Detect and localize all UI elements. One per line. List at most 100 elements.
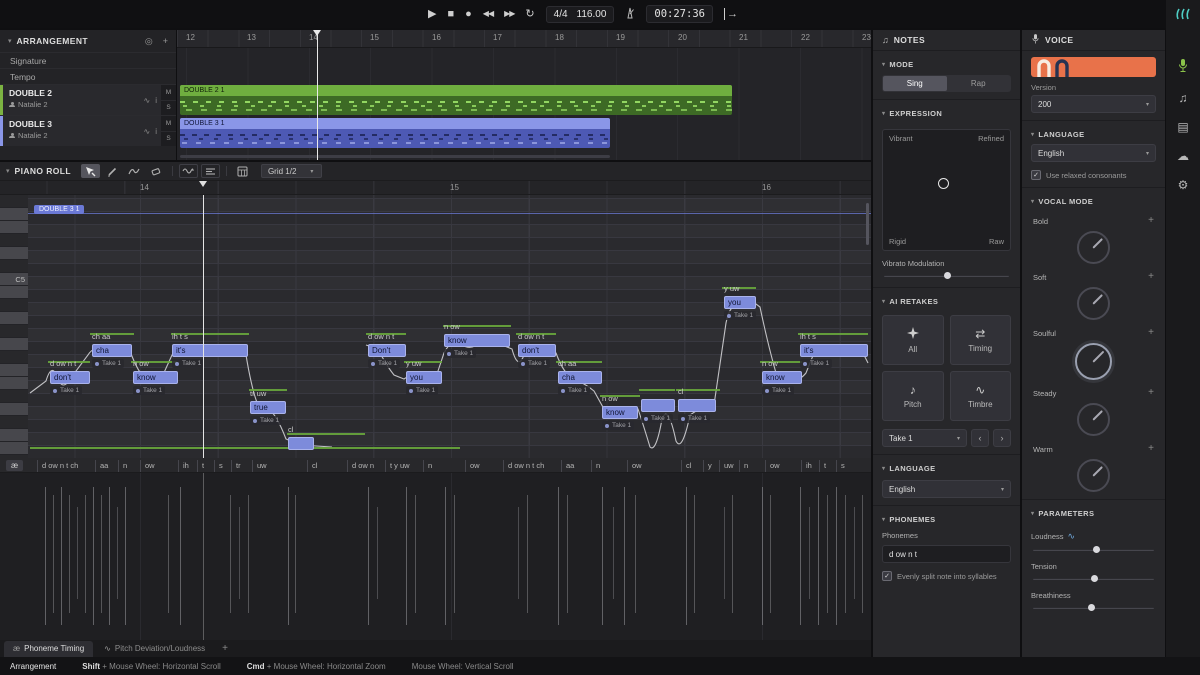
note[interactable]: ih t s it's Take 1 [800,332,868,369]
note-language-select[interactable]: English ▾ [882,480,1011,498]
add-tab-button[interactable]: + [216,643,234,654]
timing-boundary-line[interactable] [125,487,126,625]
take-badge[interactable]: Take 1 [678,414,710,423]
mute-button[interactable]: M [161,85,176,101]
split-syllables-row[interactable]: ✓ Evenly split note into syllables [882,571,1011,581]
take-badge[interactable]: Take 1 [406,386,438,395]
slider-handle[interactable] [1091,575,1098,582]
note[interactable]: n ow know Take 1 [762,359,802,396]
note-phonemes[interactable]: ih t s [800,332,868,344]
timing-boundary-line[interactable] [239,507,240,599]
add-vocal-mode-button[interactable]: + [1148,389,1154,398]
note-phonemes[interactable]: ch aa [558,359,602,371]
piano-key[interactable] [0,299,28,312]
note-body[interactable]: don't [50,371,90,384]
note-phonemes[interactable]: d ow n t [368,332,406,344]
piano-key[interactable] [0,221,28,234]
piano-key[interactable] [0,286,28,299]
rewind-button[interactable]: ◀◀ [483,10,493,18]
grid-settings-icon[interactable] [233,164,252,178]
play-button[interactable]: ▶ [428,9,436,20]
timeline-ruler[interactable]: 12 13 14 15 16 17 18 19 20 21 22 23 [177,30,871,48]
take-badge[interactable]: Take 1 [762,386,794,395]
track-info-icon[interactable]: i [155,127,157,136]
piano-key[interactable] [0,416,28,429]
slider-handle[interactable] [944,272,951,279]
phoneme-segment[interactable]: y [708,461,712,470]
phoneme-segment[interactable]: cl [312,461,317,470]
previous-take-button[interactable]: ‹ [971,429,989,447]
timing-boundary-line[interactable] [377,507,378,599]
clip-double2[interactable]: DOUBLE 2 1 [180,85,732,115]
solo-button[interactable]: S [161,101,176,116]
piano-key[interactable] [0,312,28,325]
piano-key[interactable]: C5 [0,273,28,286]
note-phonemes[interactable]: d ow n t [518,332,556,344]
note[interactable]: ch aa cha Take 1 [92,332,132,369]
phoneme-segment[interactable]: s [219,461,223,470]
loop-button[interactable]: ↻ [525,9,534,20]
phoneme-segment[interactable]: n [428,461,432,470]
piano-key[interactable] [0,195,28,208]
add-vocal-mode-button[interactable]: + [1148,329,1154,338]
note-body[interactable]: don't [518,344,556,357]
breathiness-slider[interactable] [1033,603,1154,612]
track-wave-icon[interactable]: ∿ [144,96,151,105]
timing-boundary-line[interactable] [613,507,614,599]
timeline-scrollbar[interactable] [180,155,610,158]
phoneme-segment[interactable]: n [123,461,127,470]
phoneme-segment[interactable]: d ow n t ch [42,461,78,470]
timing-boundary-line[interactable] [827,495,828,613]
note-body[interactable]: true [250,401,286,414]
stop-button[interactable]: ■ [447,9,454,20]
note-phonemes[interactable]: n ow [444,322,510,334]
take-badge[interactable]: Take 1 [50,386,82,395]
voice-language-section-header[interactable]: ▾ LANGUAGE [1022,121,1165,144]
loudness-slider[interactable] [1033,545,1154,554]
clip-label[interactable]: DOUBLE 2 1 [180,85,732,96]
phoneme-segment[interactable]: ih [806,461,812,470]
vibrato-modulation-slider[interactable] [884,271,1009,280]
timing-boundary-line[interactable] [635,495,636,613]
timing-boundary-line[interactable] [180,487,181,625]
timing-boundary-line[interactable] [415,495,416,613]
note[interactable]: n ow know Take 1 [602,394,638,431]
timing-boundary-line[interactable] [85,495,86,613]
go-to-end-icon[interactable]: → [724,8,738,20]
timing-boundary-line[interactable] [862,495,863,613]
timing-boundary-line[interactable] [809,507,810,599]
note[interactable]: d ow n t don't Take 1 [518,332,556,369]
note-phonemes[interactable]: y uw [724,284,756,296]
piano-roll-ruler[interactable]: 14 15 16 [0,181,871,195]
timing-boundary-line[interactable] [854,507,855,599]
curve-edit-icon[interactable]: ∿ [1068,531,1076,542]
phoneme-segment[interactable]: t [202,461,204,470]
tab-phoneme-timing[interactable]: æ Phoneme Timing [4,641,93,657]
phoneme-segment[interactable]: ow [632,461,642,470]
note[interactable]: d ow n t don't Take 1 [50,359,90,396]
tempo-lane-label[interactable]: Tempo [0,68,176,84]
note[interactable]: cl [288,425,314,450]
phoneme-segment[interactable]: ow [145,461,155,470]
next-take-button[interactable]: › [993,429,1011,447]
voice-language-select[interactable]: English ▾ [1031,144,1156,162]
piano-key[interactable] [0,325,28,338]
singer-name[interactable]: Natalie 2 [18,131,48,140]
mode-section-header[interactable]: ▾ MODE [873,51,1020,74]
phoneme-segment[interactable]: t y uw [390,461,410,470]
expression-section-header[interactable]: ▾ EXPRESSION [873,100,1020,123]
phonemes-section-header[interactable]: ▾ PHONEMES [873,506,1020,529]
note-phonemes[interactable]: cl [678,387,716,399]
note-phonemes[interactable]: ih t s [172,332,248,344]
piano-key[interactable] [0,429,28,442]
metronome-icon[interactable] [625,7,635,22]
vertical-scrollbar[interactable] [866,203,869,245]
singer-name[interactable]: Natalie 2 [18,100,48,109]
take-select[interactable]: Take 1 ▾ [882,429,967,447]
piano-key[interactable] [0,351,28,364]
signature-tempo-chip[interactable]: 4/4 116.00 [546,6,615,23]
tension-slider[interactable] [1033,574,1154,583]
record-button[interactable]: ● [465,9,472,20]
cloud-icon[interactable]: ☁ [1177,150,1189,162]
timing-boundary-line[interactable] [527,495,528,613]
